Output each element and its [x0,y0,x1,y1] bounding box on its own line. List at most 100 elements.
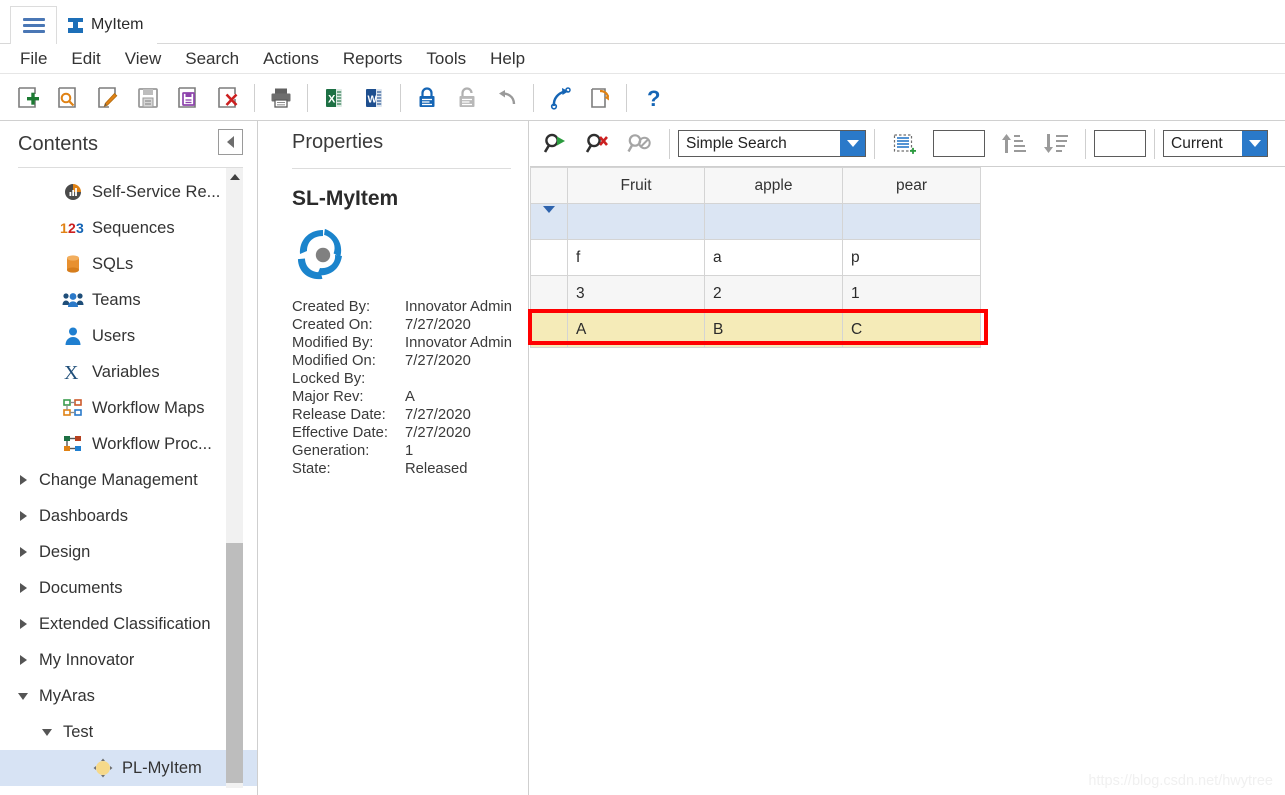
filter-input-fruit[interactable] [567,203,705,240]
menu-actions[interactable]: Actions [251,47,331,71]
tree-folder-change-management[interactable]: Change Management [0,462,257,498]
page-number-input[interactable] [1094,130,1146,157]
chevron-right-icon[interactable] [16,619,30,629]
sort-ascending-button[interactable] [993,124,1035,164]
main-menu-button[interactable] [10,6,57,44]
grid-cell[interactable]: a [704,239,843,276]
copy-button[interactable] [580,78,620,118]
grid-cell[interactable]: 3 [567,275,705,312]
table-row[interactable]: 3 2 1 [530,275,981,312]
search-item-button[interactable] [48,78,88,118]
chevron-right-icon[interactable] [16,583,30,593]
tree-item-sqls[interactable]: SQLs [0,246,257,282]
filter-input-apple[interactable] [704,203,843,240]
lock-button[interactable] [407,78,447,118]
teams-icon [60,291,86,309]
grid-cell[interactable]: B [704,311,843,348]
chevron-right-icon[interactable] [16,475,30,485]
menu-file[interactable]: File [8,47,59,71]
table-row-selected[interactable]: A B C [530,311,981,348]
workflow-map-icon [60,398,86,418]
scrollbar-thumb[interactable] [226,543,243,783]
grid-column-header-fruit[interactable]: Fruit [567,167,705,204]
unlock-button[interactable] [447,78,487,118]
grid-cell[interactable]: f [567,239,705,276]
menu-search[interactable]: Search [173,47,251,71]
tree-item-workflow-processes[interactable]: Workflow Proc... [0,426,257,462]
export-word-button[interactable]: W [354,78,394,118]
menu-reports[interactable]: Reports [331,47,415,71]
menu-tools[interactable]: Tools [414,47,478,71]
undo-button[interactable] [487,78,527,118]
scroll-up-button[interactable] [226,168,243,185]
tree-item-self-service-reports[interactable]: Self-Service Re... [0,174,257,210]
grid-cell[interactable]: 1 [842,275,981,312]
insert-row-button[interactable] [883,124,925,164]
properties-title: Properties [292,131,384,153]
chevron-right-icon[interactable] [16,655,30,665]
properties-divider [292,168,511,169]
promote-button[interactable] [540,78,580,118]
page-size-input[interactable] [933,130,985,157]
sort-descending-button[interactable] [1035,124,1077,164]
grid-cell[interactable]: C [842,311,981,348]
grid-column-header-apple[interactable]: apple [704,167,843,204]
row-selector[interactable] [530,311,568,348]
grid-column-header-pear[interactable]: pear [842,167,981,204]
tree-item-workflow-maps[interactable]: Workflow Maps [0,390,257,426]
chevron-down-icon[interactable] [40,728,54,736]
tree-item-sequences[interactable]: 1 2 3 Sequences [0,210,257,246]
grid-cell[interactable]: 2 [704,275,843,312]
tree-folder-documents[interactable]: Documents [0,570,257,606]
row-selector[interactable] [530,239,568,276]
disabled-search-button[interactable] [619,124,661,164]
delete-button[interactable] [208,78,248,118]
numbers-123-icon: 1 2 3 [60,219,86,237]
chevron-down-icon[interactable] [840,131,865,156]
tree-folder-extended-classification[interactable]: Extended Classification [0,606,257,642]
search-mode-select[interactable]: Simple Search [678,130,866,157]
save-and-close-button[interactable] [168,78,208,118]
grid-cell[interactable]: A [567,311,705,348]
grid-corner-header[interactable] [530,167,568,204]
tree-folder-my-innovator[interactable]: My Innovator [0,642,257,678]
properties-item-name: SL-MyItem [292,187,399,210]
menu-edit[interactable]: Edit [59,47,112,71]
tree-folder-design[interactable]: Design [0,534,257,570]
document-tab-myitem[interactable]: MyItem [57,6,158,44]
run-search-button[interactable] [535,124,577,164]
menu-help[interactable]: Help [478,47,537,71]
svg-text:X: X [64,362,79,383]
tree-item-pl-myitem[interactable]: PL-MyItem [0,750,257,786]
tree-folder-test[interactable]: Test [0,714,257,750]
tree-item-teams[interactable]: Teams [0,282,257,318]
property-key: Effective Date: [292,425,388,441]
property-row: Modified By: Innovator Admin [292,334,524,352]
revision-filter-select[interactable]: Current [1163,130,1268,157]
clear-search-button[interactable] [577,124,619,164]
print-icon [271,88,291,108]
table-row[interactable]: f a p [530,239,981,276]
edit-item-button[interactable] [88,78,128,118]
chevron-right-icon[interactable] [16,547,30,557]
tree-folder-dashboards[interactable]: Dashboards [0,498,257,534]
save-button[interactable] [128,78,168,118]
print-button[interactable] [261,78,301,118]
property-value: 7/27/2020 [405,425,471,441]
collapse-contents-button[interactable] [218,129,243,155]
tree-item-users[interactable]: Users [0,318,257,354]
menu-view[interactable]: View [113,47,174,71]
chevron-down-icon[interactable] [16,692,30,700]
export-excel-button[interactable]: X [314,78,354,118]
contents-scrollbar[interactable] [226,168,243,788]
new-item-button[interactable] [8,78,48,118]
tree-item-variables[interactable]: X Variables [0,354,257,390]
chevron-right-icon[interactable] [16,511,30,521]
filter-input-pear[interactable] [842,203,981,240]
chevron-down-icon[interactable] [1242,131,1267,156]
grid-cell[interactable]: p [842,239,981,276]
row-selector[interactable] [530,275,568,312]
help-button[interactable]: ? [633,78,673,118]
tree-folder-myaras[interactable]: MyAras [0,678,257,714]
filter-dropdown-button[interactable] [530,203,568,240]
